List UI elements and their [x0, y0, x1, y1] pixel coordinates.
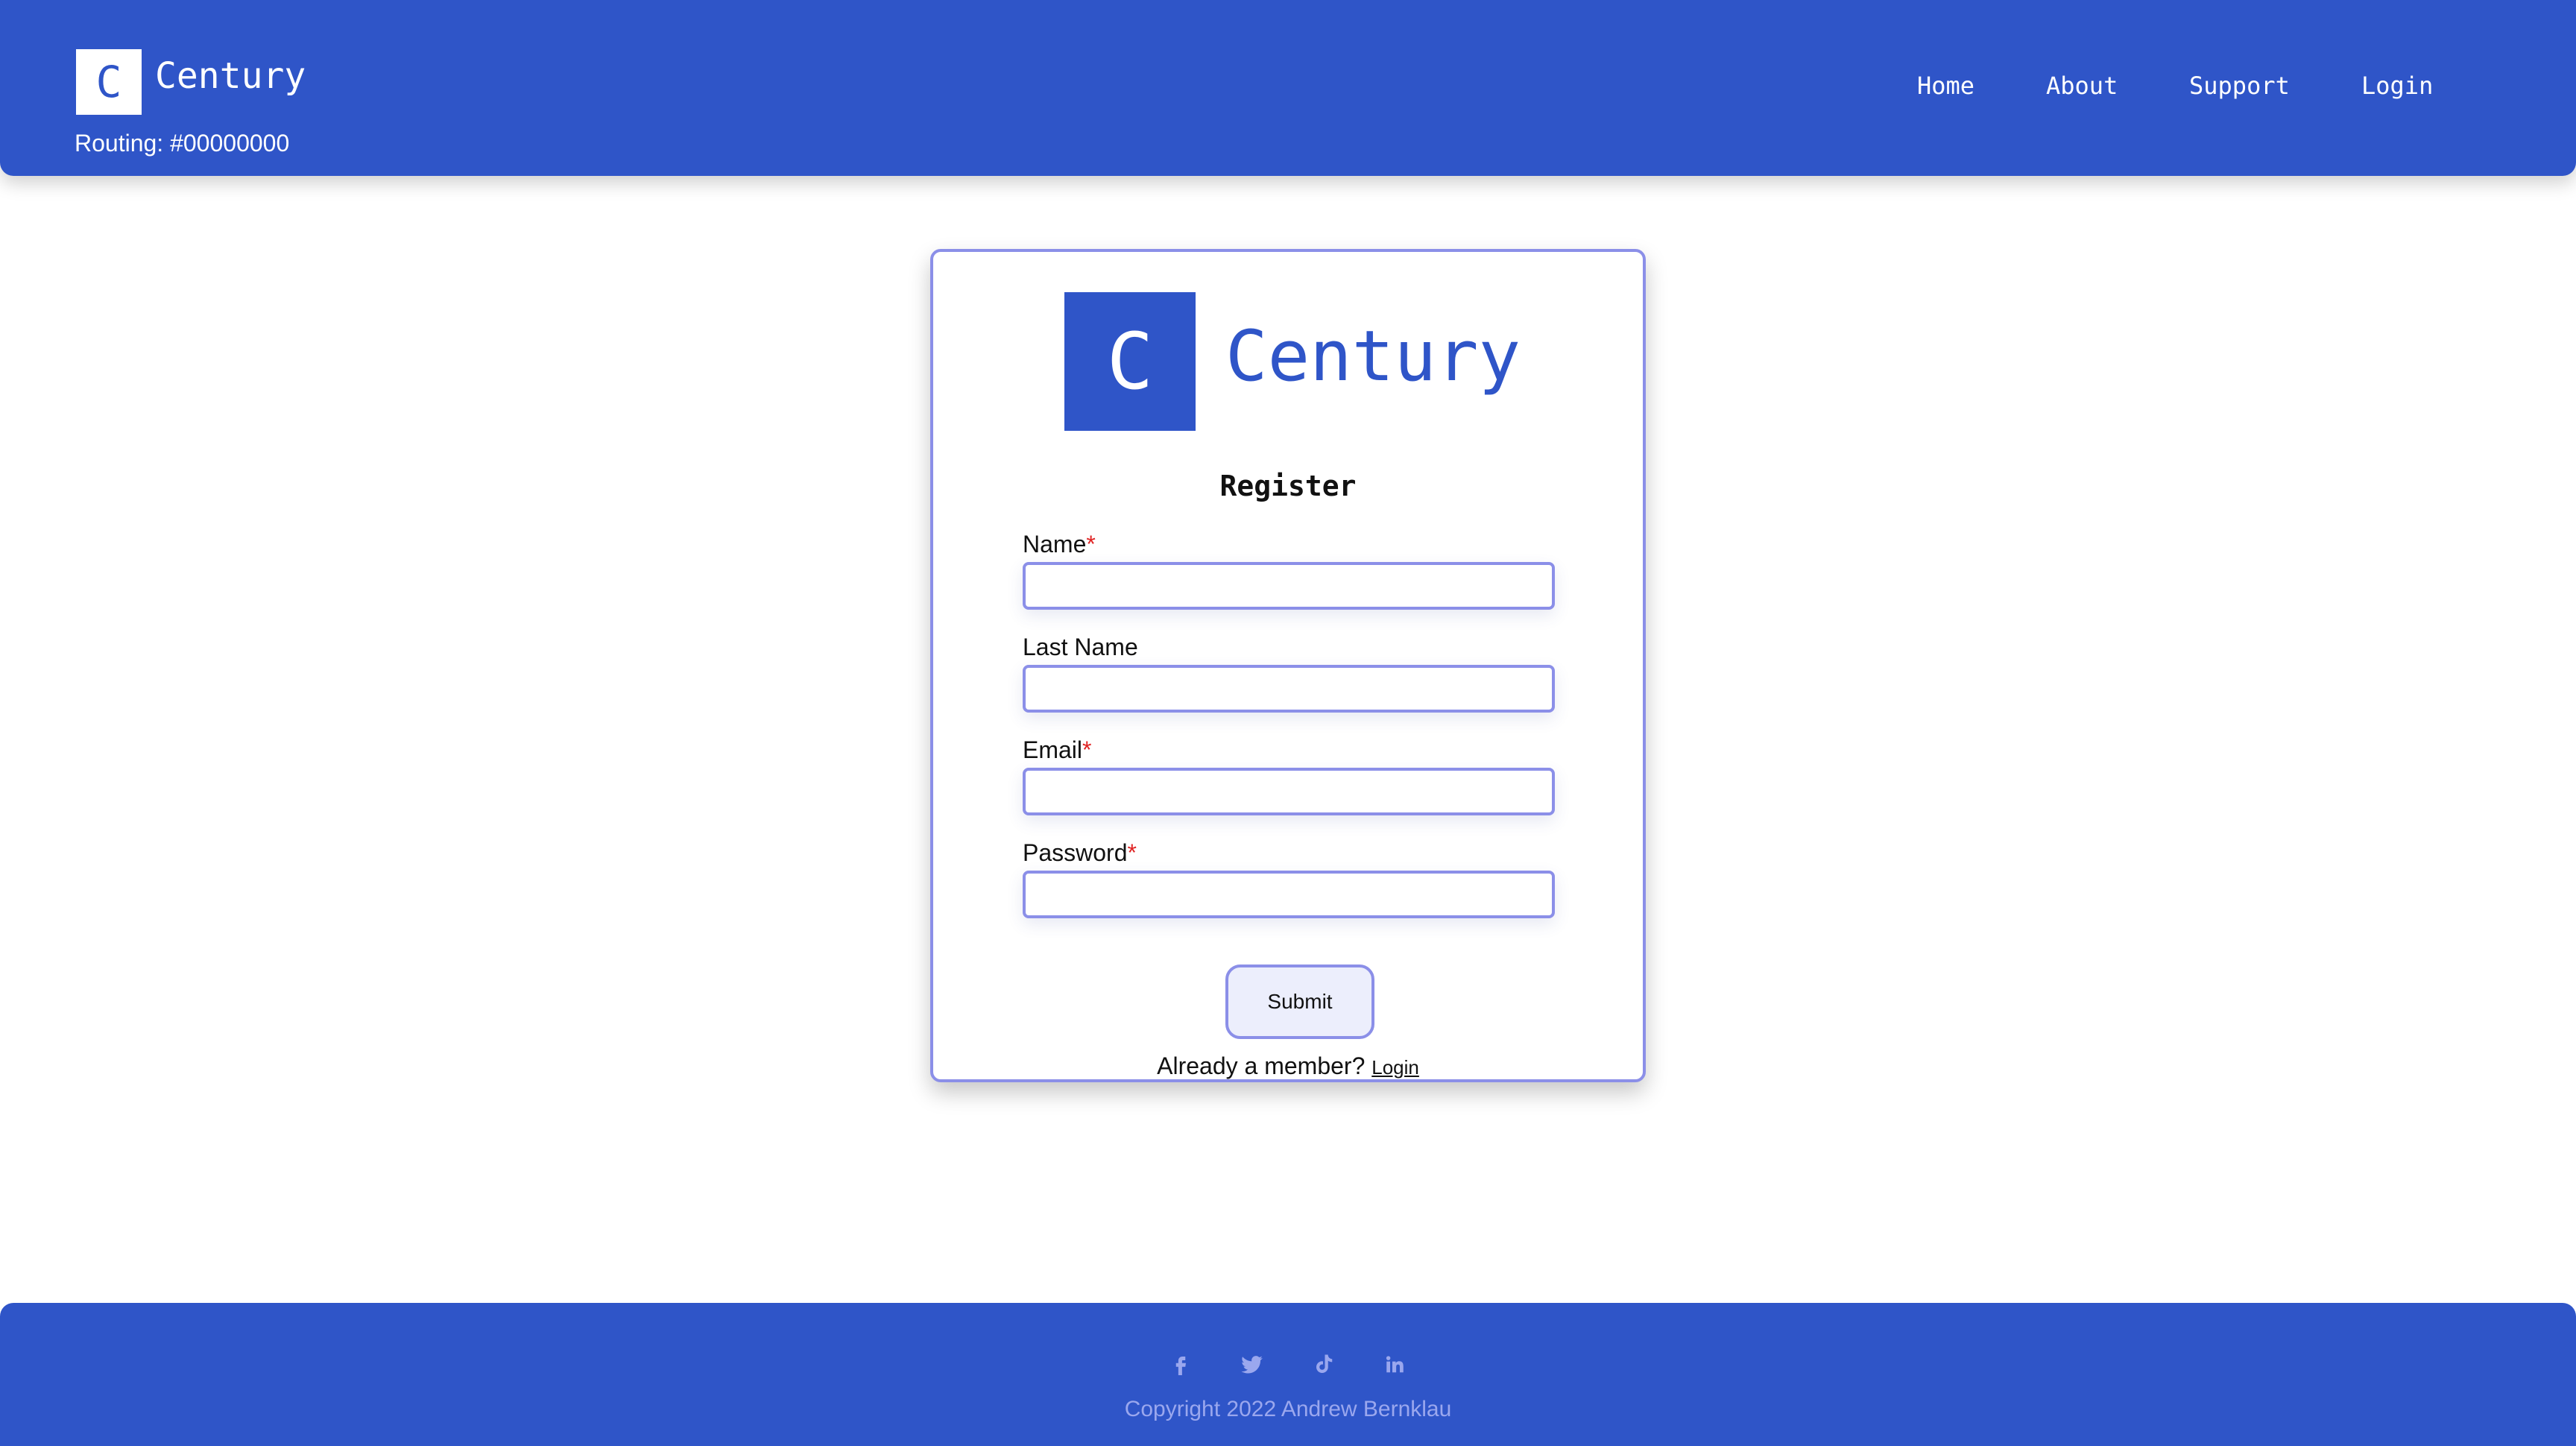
already-member-row: Already a member? Login [933, 1052, 1643, 1080]
email-label: Email* [1023, 736, 1091, 764]
copyright-text: Copyright 2022 Andrew Bernklau [1124, 1397, 1452, 1421]
last-name-label-text: Last Name [1023, 634, 1138, 660]
password-input[interactable] [1023, 871, 1555, 918]
footer: Copyright 2022 Andrew Bernklau [0, 1303, 2576, 1446]
submit-button[interactable]: Submit [1225, 964, 1374, 1039]
card-logo-mark: C [1064, 292, 1196, 431]
register-card: C Century Register Name* Last Name Email… [930, 249, 1646, 1082]
name-label: Name* [1023, 531, 1096, 558]
routing-number: Routing: #00000000 [75, 130, 290, 157]
form-title: Register [1219, 470, 1357, 502]
name-input[interactable] [1023, 562, 1555, 610]
name-label-text: Name [1023, 531, 1087, 558]
password-label: Password* [1023, 839, 1137, 867]
email-label-text: Email [1023, 736, 1083, 763]
brand-logo-mark[interactable]: C [76, 49, 142, 115]
nav-login-link[interactable]: Login [2361, 72, 2433, 107]
social-links [0, 1348, 2576, 1380]
twitter-icon[interactable] [1235, 1348, 1269, 1380]
login-link[interactable]: Login [1371, 1056, 1419, 1079]
email-required-mark: * [1082, 736, 1092, 763]
password-label-text: Password [1023, 839, 1128, 866]
password-required-mark: * [1127, 839, 1137, 866]
linkedin-icon[interactable] [1378, 1348, 1412, 1380]
page: C Century Routing: #00000000 Home About … [0, 0, 2576, 1446]
card-brand-name: Century [1225, 316, 1521, 397]
email-input[interactable] [1023, 768, 1555, 815]
facebook-icon[interactable] [1164, 1348, 1198, 1380]
nav-home-link[interactable]: Home [1917, 72, 1974, 107]
last-name-input[interactable] [1023, 665, 1555, 713]
nav-about-link[interactable]: About [2046, 72, 2118, 107]
tiktok-icon[interactable] [1307, 1348, 1341, 1380]
top-header: C Century Routing: #00000000 Home About … [0, 0, 2576, 176]
brand-name[interactable]: Century [155, 55, 306, 97]
nav-support-link[interactable]: Support [2189, 72, 2290, 107]
already-member-text: Already a member? [1157, 1052, 1366, 1079]
last-name-label: Last Name [1023, 634, 1138, 661]
name-required-mark: * [1086, 531, 1096, 558]
